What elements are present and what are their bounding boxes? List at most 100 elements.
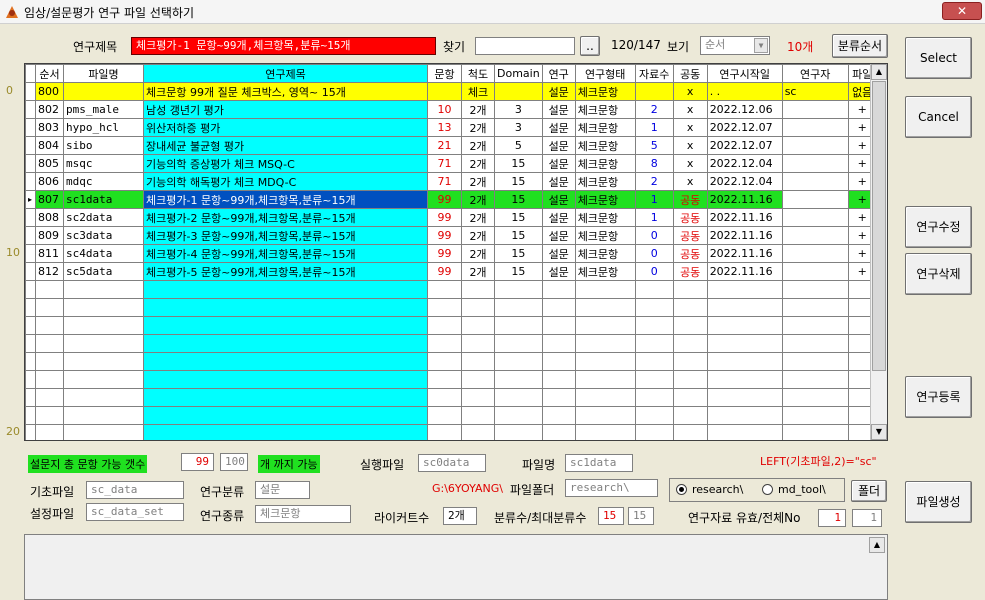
chevron-down-icon[interactable]: ▼ <box>754 38 768 53</box>
cell-dom: 15 <box>494 172 543 191</box>
cell-form: 체크문항 <box>574 82 636 101</box>
table-row-empty[interactable] <box>25 280 877 299</box>
cell-empty <box>143 352 428 371</box>
column-header[interactable]: 연구자 <box>781 64 849 83</box>
table-row[interactable]: 800 체크문항 99개 질문 체크박스, 영역~ 15개 체크 설문 체크문항 x. .… <box>25 82 877 101</box>
table-row[interactable]: 809 sc3data 체크평가-3 문항~99개,체크항목,분류~15개 99 2개 1… <box>25 226 877 245</box>
cell-empty <box>494 298 543 317</box>
cell-title: 체크평가-1 문항~99개,체크항목,분류~15개 <box>143 190 428 209</box>
study-title-field[interactable]: 체크평가-1 문항~99개,체크항목,분류~15개 <box>131 37 436 55</box>
column-header[interactable]: 연구시작일 <box>706 64 783 83</box>
cell-empty <box>781 316 849 335</box>
column-header[interactable]: 연구제목 <box>143 64 428 83</box>
cell-scale: 2개 <box>461 190 495 209</box>
study-grid[interactable]: 순서 파일명 연구제목 문항 척도 Domain 연구 연구형태 자료수 공동 연구시작일 연구자 파일… <box>24 63 888 441</box>
memo-area[interactable]: ▲ <box>24 534 888 600</box>
table-row[interactable]: 803 hypo_hcl 위산저하증 평가 13 2개 3 설문 체크문항 1 x 2022.12.… <box>25 118 877 137</box>
cell-form: 체크문항 <box>574 118 636 137</box>
table-row-empty[interactable] <box>25 388 877 407</box>
table-row[interactable]: 808 sc2data 체크평가-2 문항~99개,체크항목,분류~15개 99 2개 1… <box>25 208 877 227</box>
cell-file: hypo_hcl <box>63 118 144 137</box>
cell-empty <box>143 280 428 299</box>
scroll-up-icon[interactable]: ▲ <box>871 64 887 80</box>
folder-button[interactable]: 폴더 <box>851 480 887 502</box>
row-gutter <box>25 226 36 245</box>
radio-md-tool[interactable] <box>762 484 773 495</box>
cell-empty <box>63 316 144 335</box>
cell-dom: 15 <box>494 226 543 245</box>
table-row[interactable]: 802 pms_male 남성 갱년기 평가 10 2개 3 설문 체크문항 2 x 2022.12… <box>25 100 877 119</box>
row-gutter <box>25 406 36 425</box>
sort-order-button[interactable]: 분류순서 <box>832 34 888 58</box>
class-count-field[interactable]: 15 <box>598 507 624 525</box>
scroll-thumb[interactable] <box>872 81 886 371</box>
scroll-down-icon[interactable]: ▼ <box>871 424 887 440</box>
cell-empty <box>781 298 849 317</box>
radio-research[interactable] <box>676 484 687 495</box>
table-row[interactable]: 812 sc5data 체크평가-5 문항~99개,체크항목,분류~15개 99 2개 1… <box>25 262 877 281</box>
column-header[interactable]: Domain <box>494 64 543 83</box>
column-header[interactable]: 자료수 <box>634 64 674 83</box>
cell-no: 806 <box>35 172 64 191</box>
delete-study-button[interactable]: 연구삭제 <box>905 253 972 295</box>
cell-empty <box>35 424 64 440</box>
settings-file-field[interactable]: sc_data_set <box>86 503 184 521</box>
row-gutter <box>25 280 36 299</box>
column-header[interactable]: 연구 <box>541 64 576 83</box>
cell-dom: 3 <box>494 118 543 137</box>
cell-no: 800 <box>35 82 64 101</box>
cancel-button[interactable]: Cancel <box>905 96 972 138</box>
find-input[interactable] <box>475 37 575 55</box>
column-header[interactable]: 연구형태 <box>574 64 636 83</box>
table-row-empty[interactable] <box>25 406 877 425</box>
file-name-field[interactable]: sc1data <box>565 454 633 472</box>
table-row[interactable]: ▸ 807 sc1data 체크평가-1 문항~99개,체크항목,분류~15개 99 2개… <box>25 190 877 209</box>
file-folder-field[interactable]: research\ <box>565 479 658 497</box>
cell-empty <box>461 316 495 335</box>
exec-file-field[interactable]: sc0data <box>418 454 486 472</box>
likert-field[interactable]: 2개 <box>443 507 477 525</box>
select-button[interactable]: Select <box>905 37 972 79</box>
table-row-empty[interactable] <box>25 424 877 440</box>
edit-study-button[interactable]: 연구수정 <box>905 206 972 248</box>
cell-empty <box>706 406 783 425</box>
study-category-field[interactable]: 설문 <box>255 481 310 499</box>
title-bar: 임상/설문평가 연구 파일 선택하기 ✕ <box>0 0 985 24</box>
class-max-field: 15 <box>628 507 654 525</box>
table-row-empty[interactable] <box>25 334 877 353</box>
table-row[interactable]: 805 msqc 기능의학 증상평가 체크 MSQ-C 71 2개 15 설문 체크문항 8 x 2… <box>25 154 877 173</box>
column-header[interactable]: 공동 <box>672 64 708 83</box>
close-button[interactable]: ✕ <box>942 2 982 20</box>
cell-form: 체크문항 <box>574 154 636 173</box>
study-category-label: 연구분류 <box>200 485 245 499</box>
cell-form: 체크문항 <box>574 172 636 191</box>
column-header[interactable]: 순서 <box>35 64 64 83</box>
table-row[interactable]: 804 sibo 장내세균 불균형 평가 21 2개 5 설문 체크문항 5 x 2022.12.0… <box>25 136 877 155</box>
register-study-button[interactable]: 연구등록 <box>905 376 972 418</box>
table-row-empty[interactable] <box>25 352 877 371</box>
cell-empty <box>63 406 144 425</box>
exec-file-label: 실행파일 <box>360 458 405 472</box>
table-row-empty[interactable] <box>25 316 877 335</box>
study-type-field[interactable]: 체크문항 <box>255 505 351 523</box>
create-file-button[interactable]: 파일생성 <box>905 481 972 523</box>
memo-scroll-up-icon[interactable]: ▲ <box>869 537 885 553</box>
cell-empty <box>634 316 674 335</box>
cell-file: pms_male <box>63 100 144 119</box>
max-questions-input[interactable]: 99 <box>181 453 214 471</box>
grid-scrollbar[interactable]: ▲ ▼ <box>870 64 887 440</box>
base-file-field[interactable]: sc_data <box>86 481 184 499</box>
column-header[interactable]: 문항 <box>427 64 462 83</box>
view-select[interactable]: 순서 ▼ <box>700 36 770 55</box>
cell-empty <box>634 388 674 407</box>
valid-data-field[interactable]: 1 <box>818 509 846 527</box>
count-red: 10개 <box>787 40 814 54</box>
table-row-empty[interactable] <box>25 298 877 317</box>
table-row-empty[interactable] <box>25 370 877 389</box>
table-row[interactable]: 811 sc4data 체크평가-4 문항~99개,체크항목,분류~15개 99 2개 1… <box>25 244 877 263</box>
find-button[interactable]: .. <box>580 36 600 56</box>
column-header[interactable]: 파일명 <box>63 64 144 83</box>
column-header[interactable]: 척도 <box>461 64 495 83</box>
table-row[interactable]: 806 mdqc 기능의학 해독평가 체크 MDQ-C 71 2개 15 설문 체크문항 2 x 2… <box>25 172 877 191</box>
cell-empty <box>427 424 462 440</box>
